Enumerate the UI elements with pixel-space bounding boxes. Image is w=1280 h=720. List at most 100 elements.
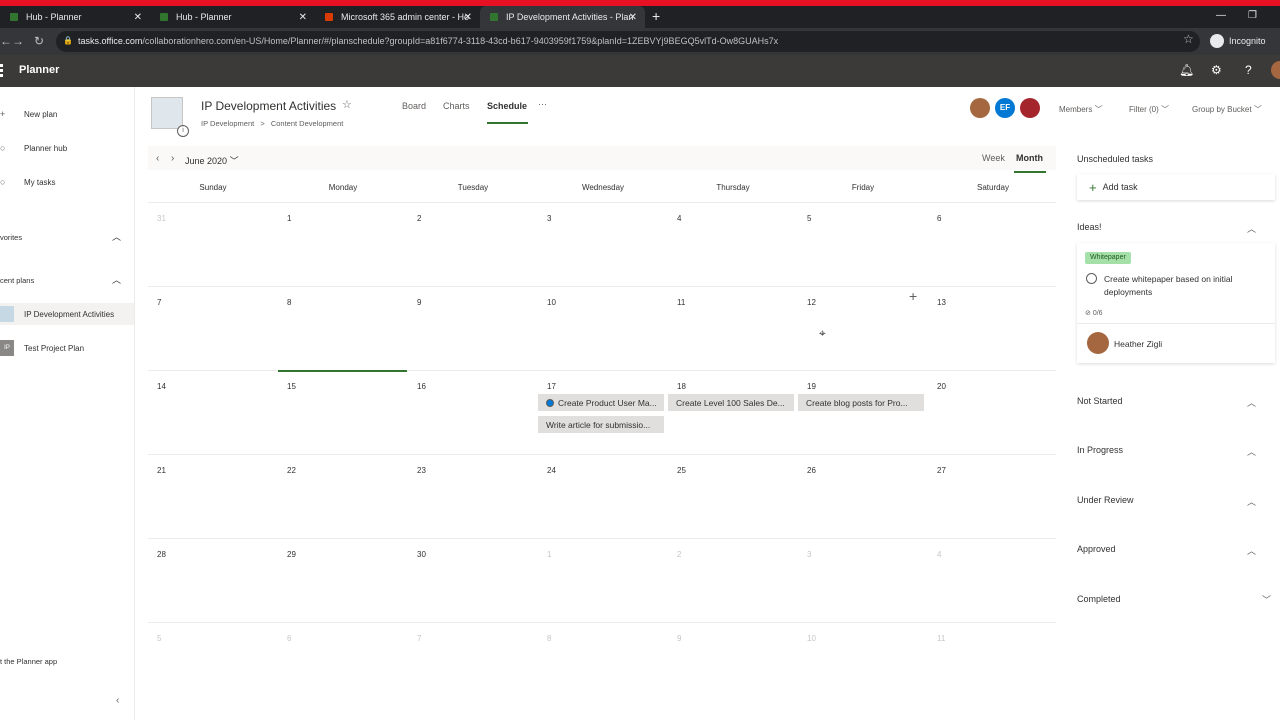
breadcrumb-group-link[interactable]: IP Development [201, 119, 254, 128]
bucket-header-ideas[interactable]: Ideas! [1077, 222, 1102, 232]
calendar-day-cell[interactable]: 11 [928, 623, 1058, 707]
browser-tab-active[interactable]: IP Development Activities - Plan ✕ [480, 6, 645, 28]
calendar-day-cell[interactable]: 14 [148, 371, 278, 455]
close-icon[interactable]: ✕ [464, 12, 472, 23]
tab-board[interactable]: Board [402, 101, 426, 111]
calendar-day-cell[interactable]: 13 [928, 287, 1058, 371]
member-avatar[interactable] [1020, 98, 1040, 118]
collapse-nav-icon[interactable]: ‹ [116, 695, 119, 706]
complete-task-checkbox[interactable] [1086, 273, 1097, 284]
get-app-link[interactable]: t the Planner app [0, 657, 57, 666]
calendar-day-cell[interactable]: 27 [928, 455, 1058, 539]
chevron-up-icon[interactable]: ︿ [1247, 495, 1256, 508]
add-task-plus-icon[interactable]: + [909, 288, 917, 304]
calendar-task-chip[interactable]: Create Product User Ma... [538, 394, 664, 411]
calendar-day-cell[interactable]: 23 [408, 455, 538, 539]
gear-icon[interactable]: ⚙ [1211, 63, 1222, 77]
group-by-dropdown[interactable]: Group by Bucket ﹀ [1192, 104, 1262, 115]
bucket-header-approved[interactable]: Approved [1077, 544, 1116, 554]
calendar-day-cell[interactable]: 2 [668, 539, 798, 623]
url-input[interactable]: 🔒 tasks.office.com/collaborationhero.com… [56, 31, 1200, 52]
close-icon[interactable]: ✕ [299, 12, 307, 23]
calendar-day-cell[interactable]: 3 [538, 203, 668, 287]
reload-icon[interactable]: ↻ [34, 34, 44, 48]
chevron-up-icon[interactable]: ︿ [1247, 222, 1256, 235]
bucket-header-under-review[interactable]: Under Review [1077, 495, 1134, 505]
calendar-day-cell[interactable]: 17 [538, 371, 668, 455]
favorites-section-label[interactable]: vorites [0, 233, 22, 242]
calendar-day-cell[interactable]: 10 [798, 623, 928, 707]
favorite-star-icon[interactable]: ☆ [342, 98, 352, 111]
calendar-day-cell[interactable]: 21 [148, 455, 278, 539]
calendar-day-cell[interactable]: 4 [928, 539, 1058, 623]
avatar[interactable] [1271, 61, 1280, 79]
browser-tab[interactable]: Hub - Planner ✕ [150, 6, 315, 28]
calendar-day-cell[interactable]: 16 [408, 371, 538, 455]
calendar-day-cell[interactable]: 9 [668, 623, 798, 707]
calendar-day-cell[interactable]: 6 [928, 203, 1058, 287]
new-tab-icon[interactable]: + [652, 8, 660, 24]
bucket-header-not-started[interactable]: Not Started [1077, 396, 1123, 406]
minimize-icon[interactable]: — [1216, 10, 1226, 21]
calendar-day-cell[interactable]: 30 [408, 539, 538, 623]
app-title[interactable]: Planner [19, 64, 59, 76]
calendar-day-cell[interactable]: 3 [798, 539, 928, 623]
sidebar-item-new-plan[interactable]: + New plan [0, 103, 134, 125]
calendar-day-cell[interactable]: 29 [278, 539, 408, 623]
calendar-day-cell[interactable]: 25 [668, 455, 798, 539]
calendar-day-cell[interactable]: 1 [538, 539, 668, 623]
calendar-day-cell[interactable]: 22 [278, 455, 408, 539]
calendar-task-chip[interactable]: Write article for submissio... [538, 416, 664, 433]
more-options-icon[interactable]: ··· [538, 99, 547, 109]
calendar-day-cell[interactable]: 28 [148, 539, 278, 623]
calendar-day-cell[interactable]: 7 [148, 287, 278, 371]
filter-dropdown[interactable]: Filter (0) ﹀ [1129, 104, 1169, 115]
tab-schedule[interactable]: Schedule [487, 101, 527, 111]
calendar-day-cell[interactable]: 8 [278, 287, 408, 371]
calendar-day-cell[interactable]: 10 [538, 287, 668, 371]
calendar-day-cell[interactable]: 15 [278, 371, 408, 455]
calendar-day-cell[interactable]: 8 [538, 623, 668, 707]
sidebar-item-test-project-plan[interactable]: IP Test Project Plan [0, 337, 134, 359]
calendar-day-cell[interactable]: 1 [278, 203, 408, 287]
bucket-header-in-progress[interactable]: In Progress [1077, 445, 1123, 455]
calendar-day-cell[interactable]: 18 [668, 371, 798, 455]
next-month-icon[interactable]: › [171, 153, 174, 164]
calendar-day-cell[interactable]: 5 [798, 203, 928, 287]
month-picker[interactable]: June 2020 ﹀ [185, 154, 239, 167]
calendar-day-cell[interactable]: 24 [538, 455, 668, 539]
bookmark-star-icon[interactable]: ☆ [1183, 32, 1194, 46]
calendar-day-cell[interactable]: 7 [408, 623, 538, 707]
calendar-day-cell[interactable]: 2 [408, 203, 538, 287]
help-icon[interactable]: ? [1245, 63, 1252, 77]
restore-icon[interactable]: ❐ [1248, 10, 1257, 21]
incognito-indicator[interactable]: Incognito [1210, 34, 1266, 48]
calendar-day-cell[interactable]: 31 [148, 203, 278, 287]
chevron-up-icon[interactable]: ︿ [1247, 445, 1256, 458]
week-view-button[interactable]: Week [982, 153, 1005, 163]
calendar-day-cell[interactable]: 19 [798, 371, 928, 455]
browser-tab[interactable]: Microsoft 365 admin center - Ho ✕ [315, 6, 480, 28]
app-launcher-icon[interactable] [0, 64, 4, 77]
breadcrumb-page[interactable]: Content Development [271, 119, 344, 128]
calendar-task-chip[interactable]: Create blog posts for Pro... [798, 394, 924, 411]
previous-month-icon[interactable]: ‹ [156, 153, 159, 164]
add-task-button[interactable]: + Add task [1077, 174, 1275, 200]
sidebar-item-ip-development-activities[interactable]: IP Development Activities [0, 303, 134, 325]
month-view-button[interactable]: Month [1016, 153, 1043, 163]
member-avatar[interactable]: EF [995, 98, 1015, 118]
close-icon[interactable]: ✕ [629, 12, 637, 23]
task-card[interactable]: Whitepaper Create whitepaper based on in… [1077, 243, 1275, 363]
calendar-day-cell[interactable]: 20 [928, 371, 1058, 455]
chevron-up-icon[interactable]: ︿ [1247, 544, 1256, 557]
forward-icon[interactable]: → [12, 34, 24, 48]
recent-plans-section-label[interactable]: cent plans [0, 276, 34, 285]
calendar-day-cell[interactable]: 26 [798, 455, 928, 539]
close-icon[interactable]: ✕ [134, 12, 142, 23]
member-avatar[interactable] [970, 98, 990, 118]
calendar-day-cell[interactable]: 4 [668, 203, 798, 287]
sidebar-item-my-tasks[interactable]: ○ My tasks [0, 171, 134, 193]
calendar-task-chip[interactable]: Create Level 100 Sales De... [668, 394, 794, 411]
chevron-up-icon[interactable]: ︿ [112, 230, 121, 243]
calendar-day-cell[interactable]: 5 [148, 623, 278, 707]
